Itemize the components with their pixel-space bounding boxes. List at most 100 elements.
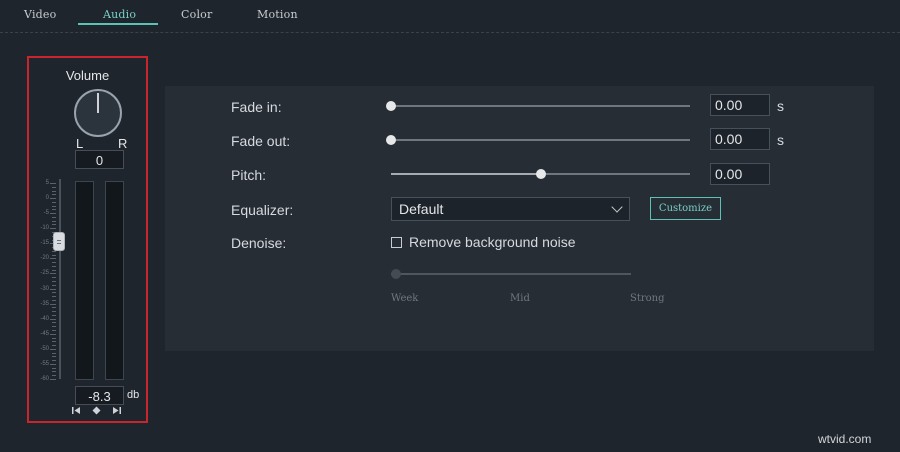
fade-in-label: Fade in:	[231, 99, 282, 115]
property-tabs: Video Audio Color Motion	[0, 0, 900, 33]
balance-left-label: L	[76, 136, 84, 151]
scale-tick	[52, 314, 56, 316]
fade-in-slider-track[interactable]	[391, 105, 690, 107]
scale-tick	[50, 273, 56, 275]
scale-label: -25	[40, 270, 49, 277]
level-meter-left	[75, 181, 94, 380]
denoise-level-mid: Mid	[510, 293, 530, 304]
customize-button[interactable]: Customize	[650, 197, 721, 220]
denoise-slider-thumb	[391, 269, 401, 279]
scale-label: -30	[40, 285, 49, 292]
pitch-label: Pitch:	[231, 167, 267, 183]
scale-tick	[52, 284, 56, 286]
scale-label: -20	[40, 255, 49, 262]
scale-tick	[50, 288, 56, 290]
scale-label: -35	[40, 300, 49, 307]
tab-motion[interactable]: Motion	[257, 8, 298, 21]
remove-noise-label: Remove background noise	[409, 234, 576, 250]
scale-tick	[52, 337, 56, 339]
remove-noise-checkbox[interactable]	[391, 237, 402, 248]
fade-out-input[interactable]: 0.00	[710, 128, 770, 150]
scale-tick	[52, 269, 56, 271]
balance-value-field[interactable]: 0	[75, 150, 124, 169]
scale-tick	[52, 341, 56, 343]
scale-tick	[52, 186, 56, 188]
scale-tick	[52, 220, 56, 222]
scale-tick	[52, 194, 56, 196]
scale-tick	[52, 292, 56, 294]
scale-label: 0	[45, 195, 49, 202]
fade-in-slider-thumb[interactable]	[386, 101, 396, 111]
scale-tick	[52, 254, 56, 256]
scale-label: -45	[40, 330, 49, 337]
volume-value-field[interactable]: -8.3	[75, 386, 124, 405]
scale-tick	[52, 296, 56, 298]
scale-tick	[52, 371, 56, 373]
scale-tick	[50, 303, 56, 305]
scale-tick	[52, 265, 56, 267]
scale-tick	[50, 333, 56, 335]
pitch-input[interactable]: 0.00	[710, 163, 770, 185]
fade-out-slider-thumb[interactable]	[386, 135, 396, 145]
scale-tick	[52, 209, 56, 211]
scale-tick	[50, 258, 56, 260]
scale-tick	[52, 277, 56, 279]
fade-out-unit: s	[777, 132, 784, 148]
watermark: wtvid.com	[818, 432, 872, 446]
scale-tick	[52, 322, 56, 324]
previous-icon[interactable]	[72, 406, 81, 417]
tab-video[interactable]: Video	[24, 8, 56, 21]
scale-tick	[52, 311, 56, 313]
scale-tick	[52, 224, 56, 226]
scale-tick	[50, 379, 56, 380]
scale-tick	[50, 198, 56, 200]
next-icon[interactable]	[112, 406, 121, 417]
scale-tick	[52, 190, 56, 192]
denoise-level-strong: Strong	[630, 293, 665, 304]
equalizer-dropdown[interactable]: Default	[391, 197, 630, 221]
pitch-slider-fill	[391, 173, 541, 175]
fade-out-label: Fade out:	[231, 133, 291, 149]
volume-slider-thumb[interactable]	[53, 232, 65, 251]
scale-label: -50	[40, 345, 49, 352]
volume-title: Volume	[65, 68, 110, 83]
scale-label: 5	[45, 180, 49, 186]
scale-tick	[50, 318, 56, 320]
fade-in-input[interactable]: 0.00	[710, 94, 770, 116]
denoise-level-week: Week	[391, 293, 419, 304]
scale-tick	[52, 201, 56, 203]
scale-tick	[50, 183, 56, 184]
scale-tick	[52, 216, 56, 218]
audio-settings-panel: Fade in: 0.00 s Fade out: 0.00 s Pitch: …	[165, 86, 874, 351]
balance-knob[interactable]	[74, 89, 122, 137]
volume-unit: db	[127, 389, 140, 401]
scale-tick	[52, 356, 56, 358]
scale-tick	[52, 299, 56, 301]
scale-tick	[50, 363, 56, 365]
tab-audio[interactable]: Audio	[103, 8, 136, 21]
scale-tick	[52, 326, 56, 328]
active-tab-indicator	[78, 23, 158, 25]
equalizer-label: Equalizer:	[231, 202, 294, 218]
chevron-down-icon	[611, 201, 623, 213]
scale-tick	[50, 228, 56, 230]
volume-scale: 5 0 -5 -10 -15 -20 -25 -30 -35 -40 -45 -50 -55 -60	[29, 177, 69, 382]
denoise-slider-track	[391, 273, 631, 275]
scale-label: -60	[40, 376, 49, 382]
scale-tick	[50, 213, 56, 215]
tab-color[interactable]: Color	[181, 8, 212, 21]
scale-label: -15	[40, 240, 49, 247]
knob-needle	[97, 93, 99, 113]
reset-icon[interactable]	[92, 406, 101, 417]
fade-in-unit: s	[777, 98, 784, 114]
scale-tick	[52, 345, 56, 347]
pitch-slider-thumb[interactable]	[535, 169, 546, 179]
scale-label: -55	[40, 360, 49, 367]
fade-out-slider-track[interactable]	[391, 139, 690, 141]
equalizer-selected-value: Default	[399, 201, 444, 217]
volume-slider-track[interactable]	[59, 179, 61, 379]
volume-panel: Volume L R 0 5 0 -5 -10 -15 -20 -25 -30 -35 -40 -4…	[27, 56, 148, 423]
scale-label: -40	[40, 315, 49, 322]
scale-tick	[52, 281, 56, 282]
scale-tick	[52, 205, 56, 207]
